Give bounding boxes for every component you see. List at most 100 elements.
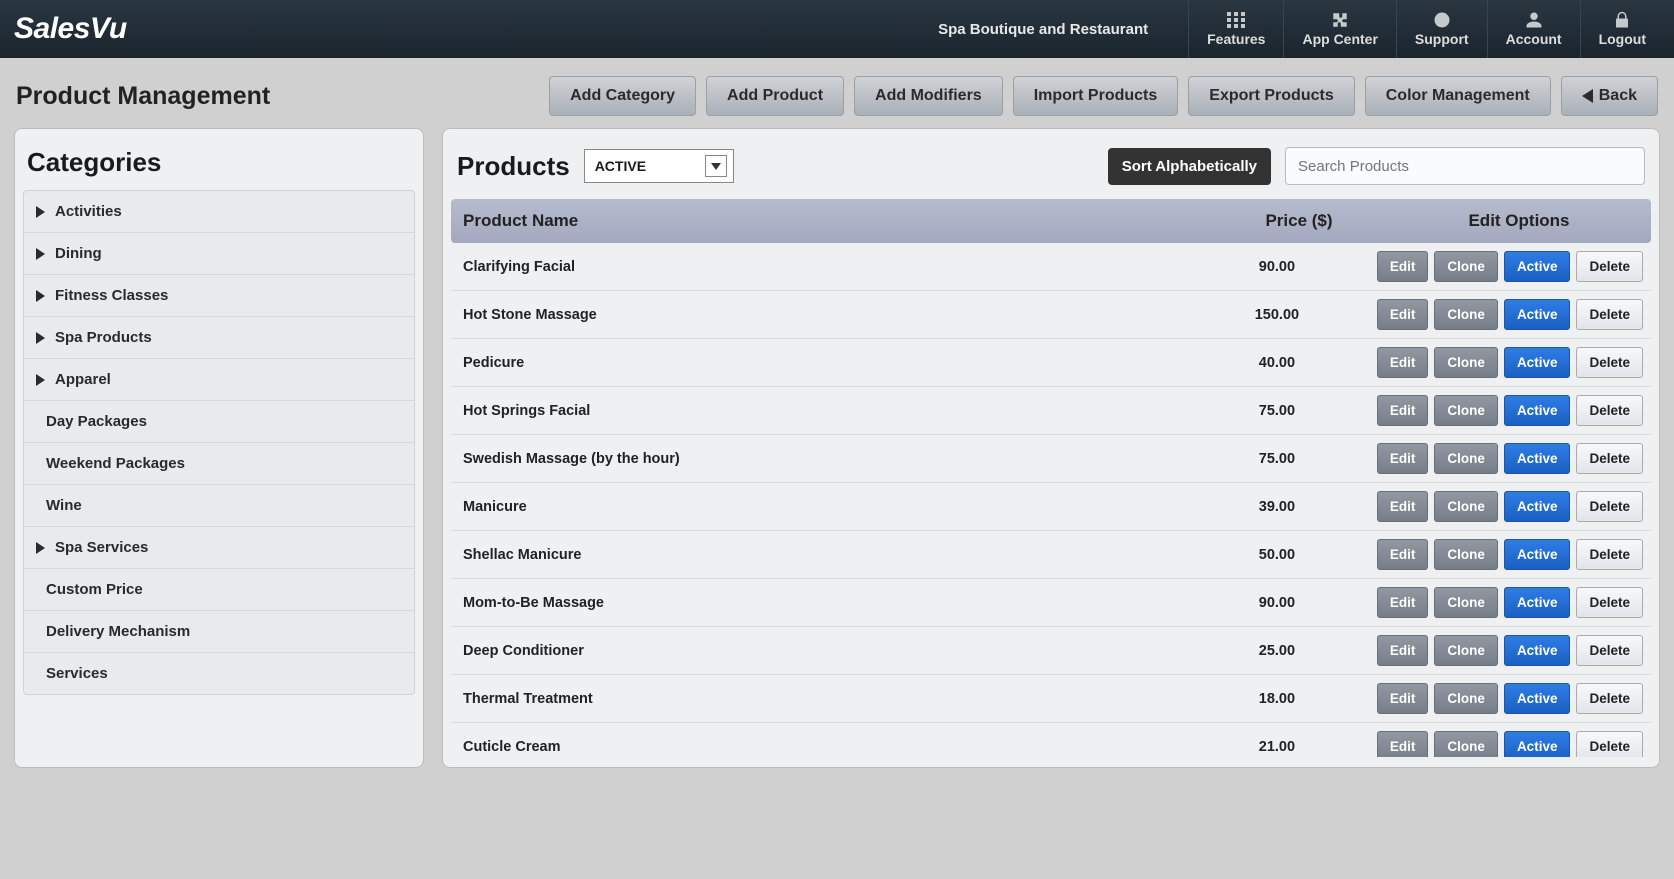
- edit-button[interactable]: Edit: [1377, 395, 1429, 426]
- edit-button[interactable]: Edit: [1377, 443, 1429, 474]
- active-button[interactable]: Active: [1504, 731, 1571, 757]
- category-label: Services: [46, 665, 108, 682]
- clone-button[interactable]: Clone: [1434, 251, 1498, 282]
- category-label: Apparel: [55, 371, 111, 388]
- active-button[interactable]: Active: [1504, 683, 1571, 714]
- clone-button[interactable]: Clone: [1434, 443, 1498, 474]
- delete-button[interactable]: Delete: [1576, 251, 1643, 282]
- add-category-button[interactable]: Add Category: [549, 76, 696, 116]
- col-product-name: Product Name: [463, 211, 1199, 231]
- delete-button[interactable]: Delete: [1576, 731, 1643, 757]
- category-item[interactable]: Services: [24, 653, 414, 694]
- chevron-right-icon: [36, 374, 45, 386]
- edit-button[interactable]: Edit: [1377, 491, 1429, 522]
- add-modifiers-button[interactable]: Add Modifiers: [854, 76, 1003, 116]
- category-item[interactable]: Apparel: [24, 359, 414, 401]
- nav-label: Logout: [1599, 31, 1646, 47]
- edit-button[interactable]: Edit: [1377, 587, 1429, 618]
- add-product-button[interactable]: Add Product: [706, 76, 844, 116]
- category-item[interactable]: Activities: [24, 191, 414, 233]
- clone-button[interactable]: Clone: [1434, 587, 1498, 618]
- product-price: 21.00: [1177, 739, 1377, 755]
- sort-alphabetically-button[interactable]: Sort Alphabetically: [1108, 148, 1271, 185]
- edit-button[interactable]: Edit: [1377, 539, 1429, 570]
- products-toolbar: Products ACTIVE Sort Alphabetically: [451, 139, 1651, 199]
- clone-button[interactable]: Clone: [1434, 635, 1498, 666]
- export-products-button[interactable]: Export Products: [1188, 76, 1354, 116]
- category-label: Day Packages: [46, 413, 147, 430]
- row-actions: EditCloneActiveDelete: [1377, 299, 1643, 330]
- edit-button[interactable]: Edit: [1377, 347, 1429, 378]
- categories-header: Categories: [23, 139, 415, 190]
- nav-support[interactable]: Support: [1396, 0, 1487, 58]
- product-price: 39.00: [1177, 499, 1377, 515]
- clone-button[interactable]: Clone: [1434, 731, 1498, 757]
- nav-label: Account: [1506, 31, 1562, 47]
- clone-button[interactable]: Clone: [1434, 347, 1498, 378]
- grid-icon: [1226, 11, 1246, 29]
- category-label: Delivery Mechanism: [46, 623, 190, 640]
- product-row: Hot Stone Massage150.00EditCloneActiveDe…: [451, 291, 1651, 339]
- edit-button[interactable]: Edit: [1377, 683, 1429, 714]
- company-name: Spa Boutique and Restaurant: [938, 21, 1148, 38]
- nav-logout[interactable]: Logout: [1580, 0, 1664, 58]
- active-button[interactable]: Active: [1504, 299, 1571, 330]
- active-button[interactable]: Active: [1504, 395, 1571, 426]
- category-label: Custom Price: [46, 581, 143, 598]
- edit-button[interactable]: Edit: [1377, 731, 1429, 757]
- products-title: Products: [457, 151, 570, 182]
- back-button[interactable]: Back: [1561, 76, 1658, 116]
- products-panel: Products ACTIVE Sort Alphabetically Prod…: [442, 128, 1660, 768]
- active-button[interactable]: Active: [1504, 491, 1571, 522]
- nav-features[interactable]: Features: [1188, 0, 1283, 58]
- category-item[interactable]: Weekend Packages: [24, 443, 414, 485]
- edit-button[interactable]: Edit: [1377, 299, 1429, 330]
- category-item[interactable]: Day Packages: [24, 401, 414, 443]
- product-row: Cuticle Cream21.00EditCloneActiveDelete: [451, 723, 1651, 757]
- product-row: Shellac Manicure50.00EditCloneActiveDele…: [451, 531, 1651, 579]
- edit-button[interactable]: Edit: [1377, 251, 1429, 282]
- clone-button[interactable]: Clone: [1434, 395, 1498, 426]
- active-button[interactable]: Active: [1504, 347, 1571, 378]
- puzzle-icon: [1330, 11, 1350, 29]
- color-management-button[interactable]: Color Management: [1365, 76, 1551, 116]
- delete-button[interactable]: Delete: [1576, 395, 1643, 426]
- status-filter-select[interactable]: ACTIVE: [584, 149, 734, 183]
- search-products-input[interactable]: [1285, 147, 1645, 185]
- active-button[interactable]: Active: [1504, 443, 1571, 474]
- category-item[interactable]: Custom Price: [24, 569, 414, 611]
- active-button[interactable]: Active: [1504, 539, 1571, 570]
- category-item[interactable]: Dining: [24, 233, 414, 275]
- edit-button[interactable]: Edit: [1377, 635, 1429, 666]
- clone-button[interactable]: Clone: [1434, 539, 1498, 570]
- product-row: Swedish Massage (by the hour)75.00EditCl…: [451, 435, 1651, 483]
- clone-button[interactable]: Clone: [1434, 299, 1498, 330]
- status-filter-value: ACTIVE: [595, 158, 646, 174]
- category-item[interactable]: Delivery Mechanism: [24, 611, 414, 653]
- delete-button[interactable]: Delete: [1576, 587, 1643, 618]
- delete-button[interactable]: Delete: [1576, 347, 1643, 378]
- product-name: Cuticle Cream: [459, 739, 1177, 755]
- delete-button[interactable]: Delete: [1576, 443, 1643, 474]
- category-item[interactable]: Spa Services: [24, 527, 414, 569]
- active-button[interactable]: Active: [1504, 587, 1571, 618]
- page-title: Product Management: [16, 82, 270, 111]
- category-item[interactable]: Fitness Classes: [24, 275, 414, 317]
- clone-button[interactable]: Clone: [1434, 491, 1498, 522]
- category-item[interactable]: Wine: [24, 485, 414, 527]
- import-products-button[interactable]: Import Products: [1013, 76, 1179, 116]
- delete-button[interactable]: Delete: [1576, 491, 1643, 522]
- clone-button[interactable]: Clone: [1434, 683, 1498, 714]
- delete-button[interactable]: Delete: [1576, 539, 1643, 570]
- chevron-right-icon: [36, 248, 45, 260]
- active-button[interactable]: Active: [1504, 251, 1571, 282]
- active-button[interactable]: Active: [1504, 635, 1571, 666]
- category-item[interactable]: Spa Products: [24, 317, 414, 359]
- nav-account[interactable]: Account: [1487, 0, 1580, 58]
- delete-button[interactable]: Delete: [1576, 299, 1643, 330]
- products-rows: Clarifying Facial90.00EditCloneActiveDel…: [451, 243, 1651, 757]
- chevron-down-icon: [705, 155, 727, 177]
- nav-app-center[interactable]: App Center: [1283, 0, 1395, 58]
- delete-button[interactable]: Delete: [1576, 683, 1643, 714]
- delete-button[interactable]: Delete: [1576, 635, 1643, 666]
